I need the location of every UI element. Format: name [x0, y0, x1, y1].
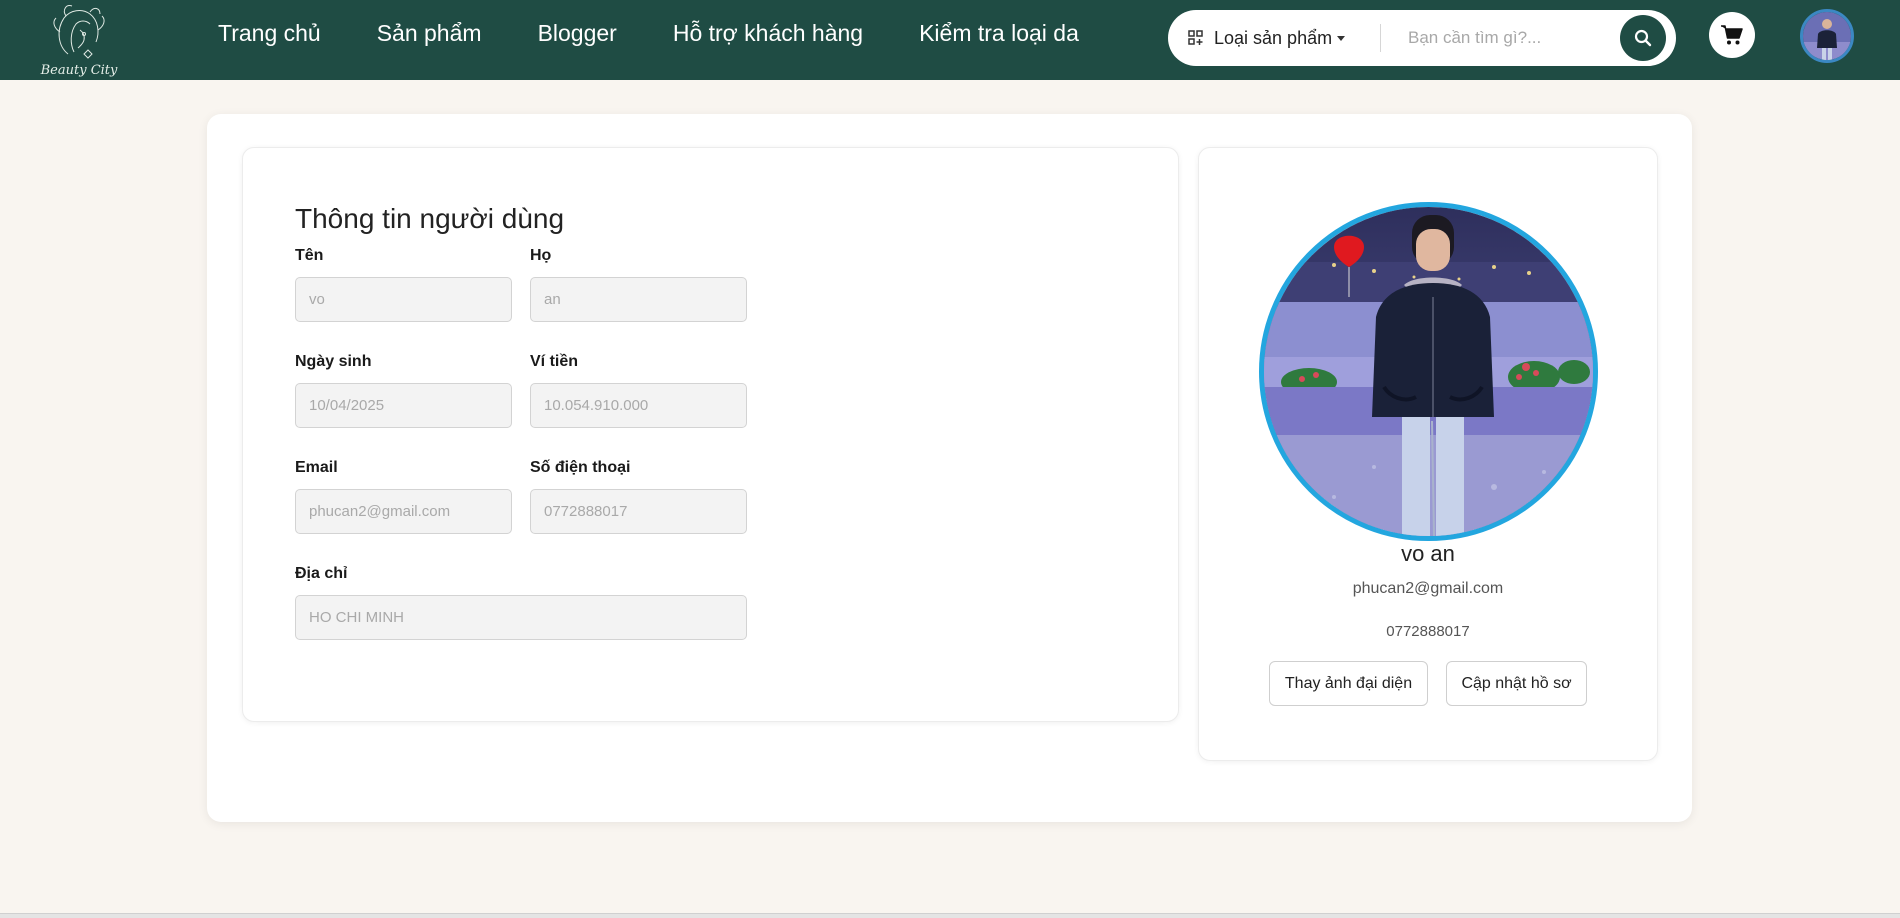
phone-label: Số điện thoại	[530, 459, 631, 476]
cart-button[interactable]	[1709, 12, 1755, 58]
profile-photo-image	[1264, 207, 1593, 536]
nav-link-products[interactable]: Sản phẩm	[377, 20, 482, 47]
search-icon	[1634, 29, 1652, 47]
nav-link-support[interactable]: Hỗ trợ khách hàng	[673, 20, 863, 47]
profile-avatar	[1259, 202, 1598, 541]
phone-field[interactable]: 0772888017	[530, 489, 747, 534]
avatar-photo	[1803, 12, 1851, 60]
search-button[interactable]	[1620, 15, 1666, 61]
email-label: Email	[295, 459, 338, 476]
wallet-label: Ví tiền	[530, 353, 579, 370]
search-input[interactable]	[1408, 22, 1608, 54]
profile-phone: 0772888017	[1386, 623, 1470, 640]
nav-link-skin-test[interactable]: Kiểm tra loại da	[919, 20, 1079, 47]
nav-link-blogger[interactable]: Blogger	[538, 20, 617, 47]
category-label: Loại sản phẩm	[1214, 27, 1333, 48]
brand-logo[interactable]: Beauty City	[40, 2, 118, 78]
main-nav: Trang chủ Sản phẩm Blogger Hỗ trợ khách …	[190, 0, 1107, 66]
search-divider	[1380, 24, 1381, 52]
address-field[interactable]: HO CHI MINH	[295, 595, 747, 640]
nav-link-home[interactable]: Trang chủ	[218, 20, 321, 47]
update-profile-button[interactable]: Cập nhật hồ sơ	[1446, 661, 1587, 706]
window-bottom-edge	[0, 913, 1900, 918]
profile-email: phucan2@gmail.com	[1352, 580, 1504, 597]
grid-plus-icon	[1188, 30, 1203, 45]
caret-down-icon	[1337, 35, 1346, 41]
profile-name: vo an	[1401, 541, 1455, 566]
last-name-field[interactable]: an	[530, 277, 747, 322]
address-label: Địa chỉ	[295, 565, 348, 582]
cart-icon	[1721, 25, 1743, 45]
category-dropdown[interactable]: Loại sản phẩm	[1188, 10, 1346, 66]
logo-face-icon	[53, 5, 105, 59]
first-name-field[interactable]: vo	[295, 277, 512, 322]
last-name-label: Họ	[530, 247, 552, 264]
wallet-field[interactable]: 10.054.910.000	[530, 383, 747, 428]
logo-text: Beauty City	[40, 63, 118, 78]
birthdate-label: Ngày sinh	[295, 353, 372, 370]
top-navbar: Beauty City Trang chủ Sản phẩm Blogger H…	[0, 0, 1900, 80]
birthdate-field[interactable]: 10/04/2025	[295, 383, 512, 428]
first-name-label: Tên	[295, 247, 324, 264]
email-field[interactable]: phucan2@gmail.com	[295, 489, 512, 534]
change-avatar-button[interactable]: Thay ảnh đại diện	[1269, 661, 1428, 706]
user-avatar[interactable]	[1800, 9, 1854, 63]
search-bar: Loại sản phẩm	[1168, 10, 1676, 66]
user-info-title: Thông tin người dùng	[295, 203, 565, 234]
